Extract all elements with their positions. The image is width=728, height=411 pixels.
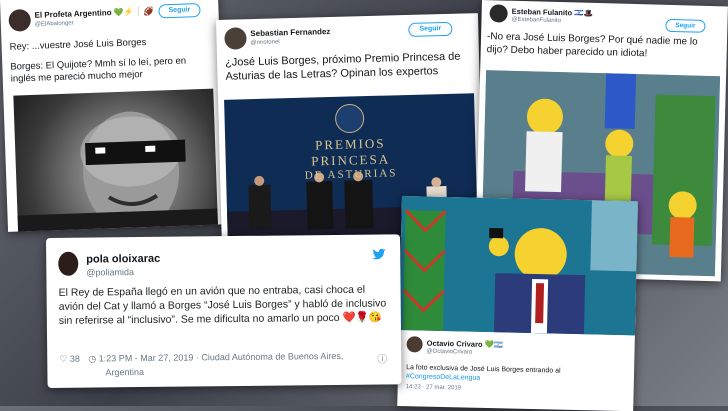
- author-handle[interactable]: @nnotonel: [251, 39, 280, 46]
- author-name[interactable]: pola oloixarac: [86, 253, 160, 266]
- avatar[interactable]: [406, 336, 423, 353]
- avatar[interactable]: [58, 251, 79, 276]
- twitter-bird-icon[interactable]: [372, 248, 386, 260]
- avatar[interactable]: [8, 8, 32, 32]
- tweet-timestamp[interactable]: 14:23 · 27 mar. 2019: [406, 384, 461, 393]
- author-name[interactable]: Octavio Crivaro 💚🇦🇷: [427, 339, 504, 350]
- name-emoji: 💚🇦🇷: [484, 339, 504, 350]
- author-handle[interactable]: @poliamida: [86, 267, 134, 277]
- author-handle[interactable]: @ElAbalonger: [35, 20, 74, 27]
- tweet-card-profeta: El Profeta Argentino 💚⚡❕🏈 @ElAbalonger S…: [0, 0, 226, 232]
- clock-icon: ◷: [88, 353, 97, 364]
- follow-button[interactable]: Seguir: [408, 21, 453, 37]
- name-emoji: 💚⚡❕🏈: [113, 6, 154, 18]
- heart-icon[interactable]: ♡: [59, 354, 67, 364]
- tweet-text: El Rey de España llegó en un avión que n…: [58, 283, 387, 328]
- tweet-timestamp[interactable]: 1:23 PM - Mar 27, 2019 · Ciudad Autónoma…: [99, 351, 344, 364]
- info-icon[interactable]: ⓘ: [377, 350, 387, 365]
- tweet-text: ¿José Luis Borges, próximo Premio Prince…: [224, 50, 461, 84]
- tweet-text-line1: Rey: ...vuestre José Luis Borges: [9, 36, 147, 53]
- tweet-image-homer[interactable]: [398, 196, 638, 336]
- author-name[interactable]: El Profeta Argentino 💚⚡❕🏈: [34, 7, 153, 20]
- tweet-photo-borges[interactable]: [13, 88, 219, 232]
- follow-button[interactable]: Seguir: [665, 18, 706, 33]
- avatar[interactable]: [489, 4, 508, 23]
- author-handle[interactable]: @OctavioCrivaro: [426, 349, 472, 356]
- author-name[interactable]: Sebastian Fernandez: [250, 27, 330, 38]
- hashtag-link[interactable]: #CongresoDeLaLengua: [406, 373, 480, 383]
- tweet-place[interactable]: Argentina: [105, 367, 144, 377]
- author-handle[interactable]: @EstebanFulanito: [511, 17, 561, 24]
- tweet-text: -No era José Luis Borges? Por qué nadie …: [486, 31, 698, 60]
- tweet-footer: ♡ 38 ◷ 1:23 PM - Mar 27, 2019 · Ciudad A…: [59, 350, 391, 364]
- like-count[interactable]: 38: [70, 354, 80, 364]
- tweet-card-pola: pola oloixarac @poliamida El Rey de Espa…: [46, 234, 402, 388]
- avatar[interactable]: [224, 27, 247, 50]
- follow-button[interactable]: Seguir: [158, 3, 201, 19]
- name-emoji: 🇮🇱🎩: [574, 8, 594, 18]
- tweet-text-line2: Borges: El Quijote? Mmh sí lo leí, pero …: [10, 55, 187, 85]
- tweet-card-octavio: Octavio Crivaro 💚🇦🇷 @OctavioCrivaro La f…: [397, 196, 638, 411]
